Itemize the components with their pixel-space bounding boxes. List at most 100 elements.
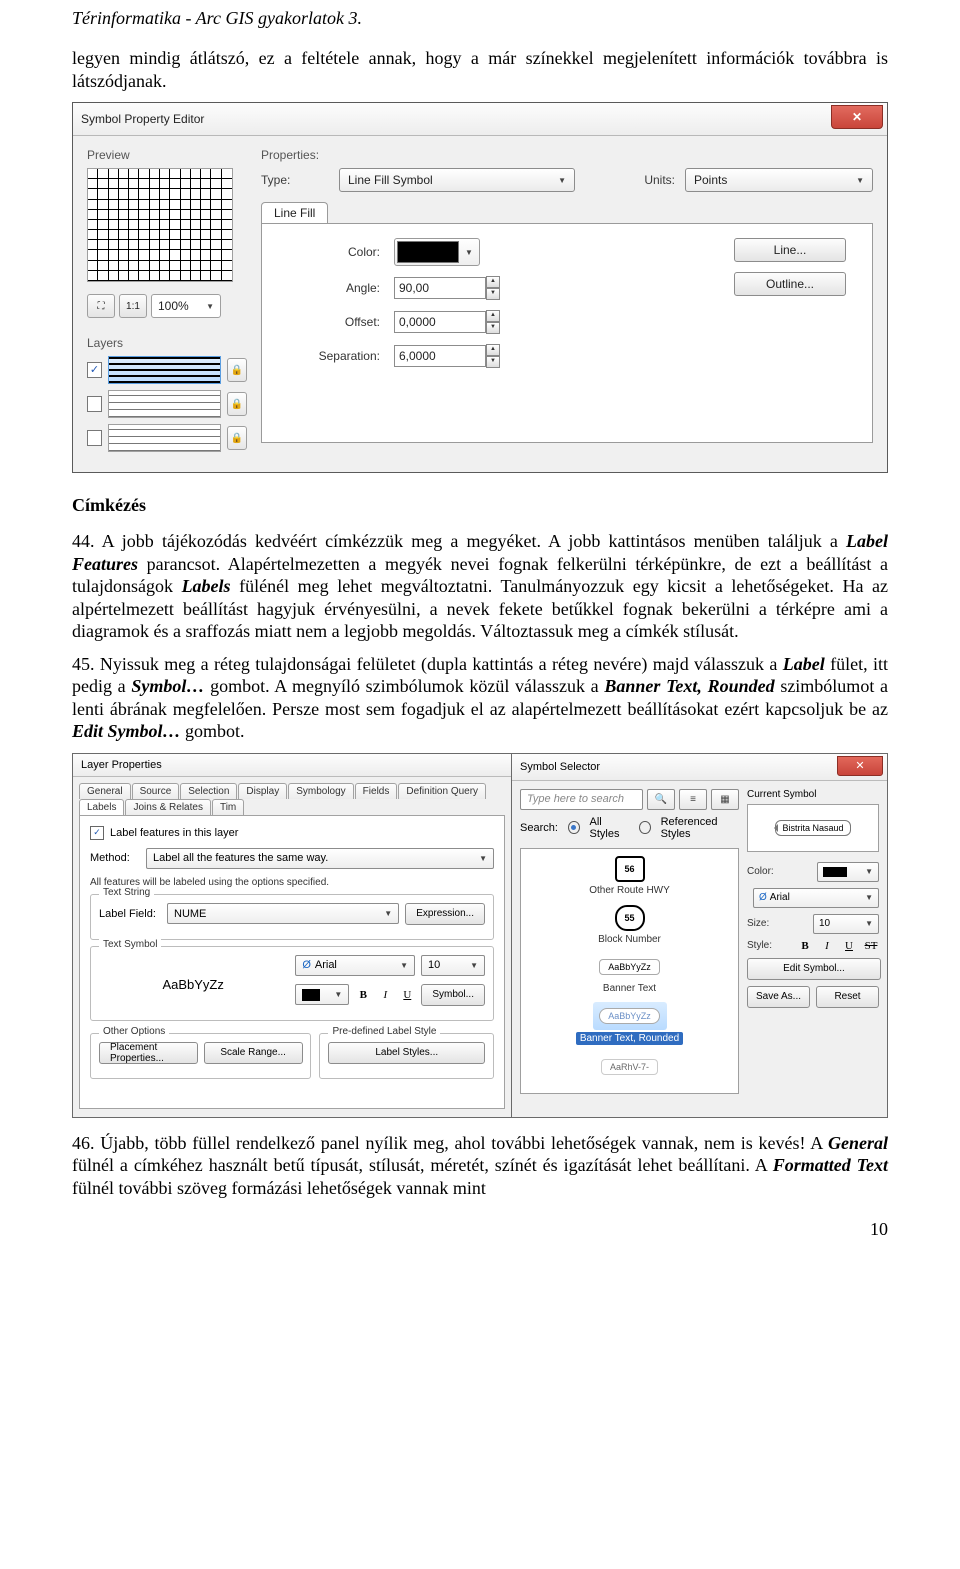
color-picker[interactable]: ▼ — [394, 238, 480, 266]
layer-lock-button[interactable]: 🔒 — [227, 426, 247, 450]
chevron-down-icon: ▼ — [479, 854, 487, 863]
chevron-down-icon: ▼ — [334, 990, 342, 999]
size-value: 10 — [819, 918, 830, 929]
search-input[interactable]: Type here to search — [520, 789, 643, 810]
edit-symbol-button[interactable]: Edit Symbol... — [747, 958, 881, 980]
tab-symbology[interactable]: Symbology — [288, 783, 353, 799]
layer-lock-button[interactable]: 🔒 — [227, 392, 247, 416]
strike-button[interactable]: ST — [863, 940, 879, 952]
radio-referenced-styles[interactable] — [639, 821, 651, 834]
tab-definition-query[interactable]: Definition Query — [398, 783, 486, 799]
reset-button[interactable]: Reset — [816, 986, 879, 1008]
color-picker[interactable]: ▼ — [817, 862, 879, 882]
tab-fields[interactable]: Fields — [355, 783, 398, 799]
method-dropdown[interactable]: Label all the features the same way.▼ — [146, 848, 494, 869]
properties-label: Properties: — [261, 148, 873, 162]
radio-all-styles[interactable] — [568, 821, 580, 834]
block-badge: 55 — [615, 905, 645, 931]
layer-visible-checkbox[interactable] — [87, 396, 102, 412]
symbol-item-block[interactable]: 55 Block Number — [527, 904, 732, 945]
italic-button[interactable]: I — [819, 940, 835, 952]
chevron-down-icon: ▼ — [865, 893, 873, 902]
layer-visible-checkbox[interactable] — [87, 430, 102, 446]
symbol-item-partial[interactable]: AaRhV-7- — [527, 1053, 732, 1081]
tab-joins[interactable]: Joins & Relates — [125, 799, 210, 815]
layer-lock-button[interactable]: 🔒 — [227, 358, 247, 382]
label-styles-button[interactable]: Label Styles... — [328, 1042, 485, 1064]
zoom-percent-dropdown[interactable]: 100%▼ — [151, 294, 221, 318]
current-symbol-label: Current Symbol — [747, 789, 879, 800]
label-field-dropdown[interactable]: NUME▼ — [167, 903, 399, 924]
tab-general[interactable]: General — [79, 783, 131, 799]
color-swatch-icon — [397, 241, 459, 263]
placement-button[interactable]: Placement Properties... — [99, 1042, 198, 1064]
tab-content: Color: ▼ Angle: 90,00 ▲▼ Offset: 0,0000 — [261, 223, 873, 443]
chevron-down-icon: ▼ — [400, 961, 408, 970]
close-button[interactable]: ✕ — [837, 756, 883, 776]
bold-button[interactable]: B — [355, 989, 371, 1001]
tab-line-fill[interactable]: Line Fill — [261, 202, 328, 223]
sample-preview: AaBbYyZz — [99, 971, 287, 998]
zoom-11-button[interactable]: 1:1 — [119, 294, 147, 318]
units-value: Points — [694, 173, 727, 187]
close-button[interactable]: ✕ — [831, 105, 883, 129]
chevron-down-icon: ▼ — [206, 302, 214, 311]
symbol-selector-window: Symbol Selector ✕ Type here to search 🔍 … — [511, 753, 888, 1118]
layer-swatch-2[interactable] — [108, 390, 221, 418]
symbol-item-route[interactable]: 56 Other Route HWY — [527, 855, 732, 896]
layer-swatch-3[interactable] — [108, 424, 221, 452]
search-button[interactable]: 🔍 — [647, 789, 675, 810]
tab-time[interactable]: Tim — [212, 799, 244, 815]
units-dropdown[interactable]: Points▼ — [685, 168, 873, 192]
tab-source[interactable]: Source — [132, 783, 180, 799]
size-dropdown[interactable]: 10 ▼ — [813, 914, 879, 934]
type-dropdown[interactable]: Line Fill Symbol▼ — [339, 168, 575, 192]
tab-selection[interactable]: Selection — [180, 783, 237, 799]
separation-input[interactable]: 6,0000 — [394, 345, 486, 367]
angle-spinner[interactable]: ▲▼ — [486, 276, 500, 300]
underline-button[interactable]: U — [399, 989, 415, 1001]
expression-button[interactable]: Expression... — [405, 903, 485, 925]
grid-view-button[interactable]: ▦ — [711, 789, 739, 810]
save-as-button[interactable]: Save As... — [747, 986, 810, 1008]
symbol-item-banner-rounded[interactable]: AaBbYyZz Banner Text, Rounded — [527, 1002, 732, 1045]
zoom-full-button[interactable]: ⛶ — [87, 294, 115, 318]
italic-button[interactable]: I — [377, 989, 393, 1001]
current-symbol-preview: Bistrita Nasaud — [747, 804, 879, 852]
preview-label: Preview — [87, 148, 247, 162]
size-dropdown[interactable]: 10▼ — [421, 955, 485, 976]
font-dropdown[interactable]: ØArial▼ — [295, 955, 415, 976]
separation-spinner[interactable]: ▲▼ — [486, 344, 500, 368]
titlebar[interactable]: Symbol Property Editor ✕ — [73, 103, 887, 136]
underline-button[interactable]: U — [841, 940, 857, 952]
group-text-symbol: Text Symbol — [99, 939, 161, 950]
symbol-list[interactable]: 56 Other Route HWY 55 Block Number AaBbY… — [520, 848, 739, 1094]
bold-button[interactable]: B — [797, 940, 813, 952]
offset-input[interactable]: 0,0000 — [394, 311, 486, 333]
label-features-checkbox[interactable] — [90, 826, 104, 840]
close-icon: ✕ — [852, 110, 862, 124]
font-color-picker[interactable]: ▼ — [295, 984, 349, 1005]
style-label: Style: — [747, 940, 772, 951]
angle-input[interactable]: 90,00 — [394, 277, 486, 299]
layer-swatch-1[interactable] — [108, 356, 221, 384]
chevron-down-icon: ▼ — [865, 919, 873, 928]
font-dropdown[interactable]: ØArial▼ — [753, 888, 879, 908]
type-label: Type: — [261, 173, 329, 187]
route-badge: 56 — [615, 856, 645, 882]
window-title: Symbol Property Editor — [81, 112, 204, 126]
chevron-down-icon: ▼ — [465, 248, 473, 257]
layer-visible-checkbox[interactable] — [87, 362, 102, 378]
symbol-selector-titlebar[interactable]: Symbol Selector ✕ — [512, 754, 887, 781]
scale-range-button[interactable]: Scale Range... — [204, 1042, 303, 1064]
symbol-item-banner[interactable]: AaBbYyZz Banner Text — [527, 953, 732, 994]
search-label: Search: — [520, 822, 558, 834]
radio-all-label: All Styles — [590, 816, 629, 840]
tab-display[interactable]: Display — [238, 783, 287, 799]
list-view-button[interactable]: ≡ — [679, 789, 707, 810]
line-button[interactable]: Line... — [734, 238, 846, 262]
offset-spinner[interactable]: ▲▼ — [486, 310, 500, 334]
tab-labels[interactable]: Labels — [79, 799, 124, 815]
symbol-button[interactable]: Symbol... — [421, 984, 485, 1006]
outline-button[interactable]: Outline... — [734, 272, 846, 296]
